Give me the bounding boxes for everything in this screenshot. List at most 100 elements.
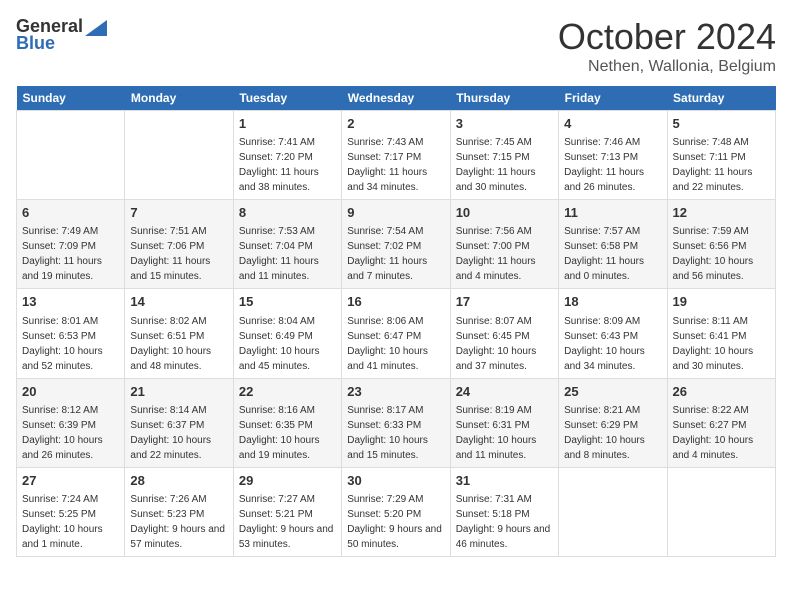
day-info: Sunrise: 8:22 AMSunset: 6:27 PMDaylight:… <box>673 405 754 461</box>
day-number: 30 <box>347 472 444 490</box>
calendar-week-row: 20Sunrise: 8:12 AMSunset: 6:39 PMDayligh… <box>17 378 776 467</box>
calendar-cell: 27 Sunrise: 7:24 AMSunset: 5:25 PMDayligh… <box>17 467 125 556</box>
day-number: 23 <box>347 383 444 401</box>
location-subtitle: Nethen, Wallonia, Belgium <box>558 58 776 76</box>
day-info: Sunrise: 7:54 AMSunset: 7:02 PMDaylight:… <box>347 226 427 282</box>
calendar-cell: 6 Sunrise: 7:49 AMSunset: 7:09 PMDaylight… <box>17 200 125 289</box>
calendar-week-row: 13 Sunrise: 8:01 AMSunset: 6:53 PMDayligh… <box>17 289 776 378</box>
day-info: Sunrise: 7:31 AMSunset: 5:18 PMDaylight:… <box>456 494 551 550</box>
calendar-cell: 9Sunrise: 7:54 AMSunset: 7:02 PMDaylight… <box>342 200 450 289</box>
logo-icon <box>85 20 107 36</box>
calendar-cell: 4 Sunrise: 7:46 AMSunset: 7:13 PMDaylight… <box>559 111 667 200</box>
calendar-cell: 26 Sunrise: 8:22 AMSunset: 6:27 PMDayligh… <box>667 378 775 467</box>
day-number: 1 <box>239 115 336 133</box>
day-number: 27 <box>22 472 119 490</box>
day-number: 31 <box>456 472 553 490</box>
day-info: Sunrise: 7:24 AMSunset: 5:25 PMDaylight:… <box>22 494 103 550</box>
calendar-cell: 29 Sunrise: 7:27 AMSunset: 5:21 PMDayligh… <box>233 467 341 556</box>
day-info: Sunrise: 8:19 AMSunset: 6:31 PMDaylight:… <box>456 405 537 461</box>
calendar-cell: 22Sunrise: 8:16 AMSunset: 6:35 PMDayligh… <box>233 378 341 467</box>
day-info: Sunrise: 7:41 AMSunset: 7:20 PMDaylight:… <box>239 137 319 193</box>
day-number: 24 <box>456 383 553 401</box>
day-info: Sunrise: 7:46 AMSunset: 7:13 PMDaylight:… <box>564 137 644 193</box>
calendar-cell: 12 Sunrise: 7:59 AMSunset: 6:56 PMDayligh… <box>667 200 775 289</box>
day-number: 5 <box>673 115 770 133</box>
column-header-saturday: Saturday <box>667 86 775 111</box>
day-info: Sunrise: 7:53 AMSunset: 7:04 PMDaylight:… <box>239 226 319 282</box>
day-number: 18 <box>564 293 661 311</box>
day-info: Sunrise: 7:43 AMSunset: 7:17 PMDaylight:… <box>347 137 427 193</box>
calendar-cell: 13 Sunrise: 8:01 AMSunset: 6:53 PMDayligh… <box>17 289 125 378</box>
day-info: Sunrise: 8:01 AMSunset: 6:53 PMDaylight:… <box>22 316 103 372</box>
day-info: Sunrise: 7:49 AMSunset: 7:09 PMDaylight:… <box>22 226 102 282</box>
column-header-wednesday: Wednesday <box>342 86 450 111</box>
day-info: Sunrise: 8:14 AMSunset: 6:37 PMDaylight:… <box>130 405 211 461</box>
day-info: Sunrise: 7:26 AMSunset: 5:23 PMDaylight:… <box>130 494 225 550</box>
day-number: 14 <box>130 293 227 311</box>
day-number: 13 <box>22 293 119 311</box>
calendar-cell: 24 Sunrise: 8:19 AMSunset: 6:31 PMDayligh… <box>450 378 558 467</box>
calendar-cell: 23 Sunrise: 8:17 AMSunset: 6:33 PMDayligh… <box>342 378 450 467</box>
calendar-cell: 30 Sunrise: 7:29 AMSunset: 5:20 PMDayligh… <box>342 467 450 556</box>
day-number: 22 <box>239 383 336 401</box>
calendar-table: SundayMondayTuesdayWednesdayThursdayFrid… <box>16 86 776 557</box>
calendar-cell <box>559 467 667 556</box>
calendar-cell: 31 Sunrise: 7:31 AMSunset: 5:18 PMDayligh… <box>450 467 558 556</box>
day-number: 12 <box>673 204 770 222</box>
day-number: 28 <box>130 472 227 490</box>
day-number: 19 <box>673 293 770 311</box>
day-info: Sunrise: 8:04 AMSunset: 6:49 PMDaylight:… <box>239 316 320 372</box>
day-number: 10 <box>456 204 553 222</box>
column-header-friday: Friday <box>559 86 667 111</box>
day-number: 6 <box>22 204 119 222</box>
day-number: 17 <box>456 293 553 311</box>
day-info: Sunrise: 7:27 AMSunset: 5:21 PMDaylight:… <box>239 494 334 550</box>
calendar-header-row: SundayMondayTuesdayWednesdayThursdayFrid… <box>17 86 776 111</box>
day-number: 21 <box>130 383 227 401</box>
calendar-cell: 14 Sunrise: 8:02 AMSunset: 6:51 PMDayligh… <box>125 289 233 378</box>
day-number: 11 <box>564 204 661 222</box>
logo: General Blue <box>16 16 107 54</box>
day-info: Sunrise: 8:06 AMSunset: 6:47 PMDaylight:… <box>347 316 428 372</box>
logo-blue-text: Blue <box>16 33 55 54</box>
calendar-week-row: 1 Sunrise: 7:41 AMSunset: 7:20 PMDaylight… <box>17 111 776 200</box>
day-number: 3 <box>456 115 553 133</box>
calendar-week-row: 27 Sunrise: 7:24 AMSunset: 5:25 PMDayligh… <box>17 467 776 556</box>
calendar-cell: 19 Sunrise: 8:11 AMSunset: 6:41 PMDayligh… <box>667 289 775 378</box>
day-info: Sunrise: 8:02 AMSunset: 6:51 PMDaylight:… <box>130 316 211 372</box>
day-number: 15 <box>239 293 336 311</box>
day-info: Sunrise: 7:59 AMSunset: 6:56 PMDaylight:… <box>673 226 754 282</box>
column-header-sunday: Sunday <box>17 86 125 111</box>
day-info: Sunrise: 8:17 AMSunset: 6:33 PMDaylight:… <box>347 405 428 461</box>
column-header-monday: Monday <box>125 86 233 111</box>
calendar-cell: 1 Sunrise: 7:41 AMSunset: 7:20 PMDaylight… <box>233 111 341 200</box>
calendar-cell: 3 Sunrise: 7:45 AMSunset: 7:15 PMDaylight… <box>450 111 558 200</box>
calendar-cell: 5Sunrise: 7:48 AMSunset: 7:11 PMDaylight… <box>667 111 775 200</box>
calendar-cell: 2 Sunrise: 7:43 AMSunset: 7:17 PMDaylight… <box>342 111 450 200</box>
title-section: October 2024 Nethen, Wallonia, Belgium <box>558 16 776 76</box>
calendar-cell <box>667 467 775 556</box>
calendar-cell: 18 Sunrise: 8:09 AMSunset: 6:43 PMDayligh… <box>559 289 667 378</box>
calendar-cell: 25Sunrise: 8:21 AMSunset: 6:29 PMDayligh… <box>559 378 667 467</box>
calendar-week-row: 6 Sunrise: 7:49 AMSunset: 7:09 PMDaylight… <box>17 200 776 289</box>
day-info: Sunrise: 7:57 AMSunset: 6:58 PMDaylight:… <box>564 226 644 282</box>
day-number: 4 <box>564 115 661 133</box>
calendar-cell: 7 Sunrise: 7:51 AMSunset: 7:06 PMDaylight… <box>125 200 233 289</box>
day-info: Sunrise: 8:21 AMSunset: 6:29 PMDaylight:… <box>564 405 645 461</box>
day-info: Sunrise: 8:09 AMSunset: 6:43 PMDaylight:… <box>564 316 645 372</box>
day-number: 26 <box>673 383 770 401</box>
day-number: 20 <box>22 383 119 401</box>
day-info: Sunrise: 7:29 AMSunset: 5:20 PMDaylight:… <box>347 494 442 550</box>
day-number: 7 <box>130 204 227 222</box>
day-info: Sunrise: 8:07 AMSunset: 6:45 PMDaylight:… <box>456 316 537 372</box>
day-info: Sunrise: 7:45 AMSunset: 7:15 PMDaylight:… <box>456 137 536 193</box>
day-number: 8 <box>239 204 336 222</box>
day-number: 2 <box>347 115 444 133</box>
calendar-cell: 8 Sunrise: 7:53 AMSunset: 7:04 PMDaylight… <box>233 200 341 289</box>
calendar-cell <box>125 111 233 200</box>
day-info: Sunrise: 7:51 AMSunset: 7:06 PMDaylight:… <box>130 226 210 282</box>
day-info: Sunrise: 7:56 AMSunset: 7:00 PMDaylight:… <box>456 226 536 282</box>
calendar-cell: 15 Sunrise: 8:04 AMSunset: 6:49 PMDayligh… <box>233 289 341 378</box>
day-info: Sunrise: 8:11 AMSunset: 6:41 PMDaylight:… <box>673 316 754 372</box>
day-number: 29 <box>239 472 336 490</box>
